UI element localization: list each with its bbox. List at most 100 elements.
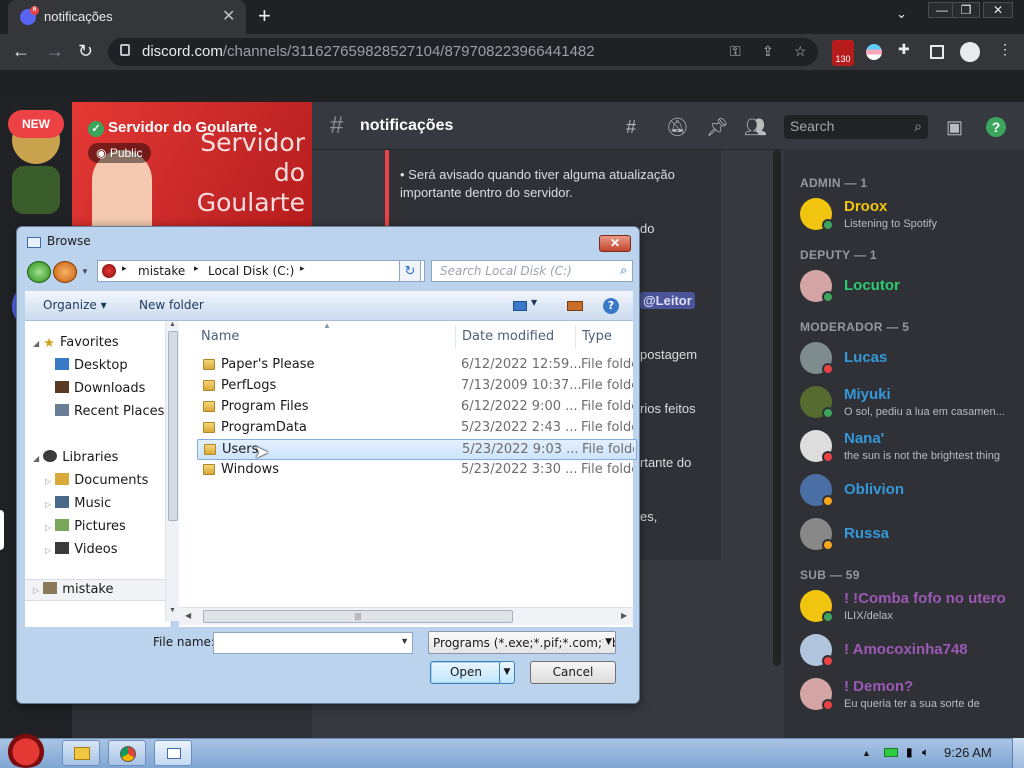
nav-downloads[interactable]: Downloads [55, 381, 145, 396]
cancel-button[interactable]: Cancel [530, 661, 616, 684]
file-type-select[interactable]: Programs (*.exe;*.pif;*.com;*.bat ▼ [428, 631, 616, 654]
member-item[interactable]: Oblivion [800, 470, 1020, 510]
address-bar[interactable]: discord.com/channels/311627659828527104/… [108, 38, 818, 66]
scroll-left-icon[interactable]: ◀ [185, 611, 191, 620]
file-row[interactable]: Program Files 6/12/2022 9:00 ... File fold… [197, 397, 637, 418]
battery-icon[interactable] [884, 748, 898, 757]
recent-dropdown-icon[interactable]: ▼ [81, 267, 89, 276]
back-arrow-icon[interactable]: ← [12, 41, 30, 62]
tab-search-chevron-icon[interactable]: ⌄ [896, 6, 907, 22]
preview-pane-icon[interactable] [567, 301, 583, 311]
column-divider[interactable] [575, 325, 576, 349]
organize-button[interactable]: Organize ▾ [43, 298, 107, 312]
taskbar-dialog-button[interactable] [154, 740, 192, 766]
dialog-close-button[interactable]: ✕ [599, 235, 631, 252]
forward-arrow-icon[interactable]: → [46, 41, 64, 62]
column-header-type[interactable]: Type [582, 329, 612, 344]
nav-scrollbar[interactable]: ▲ ▼ [165, 321, 179, 621]
kebab-menu-icon[interactable]: ⋮ [998, 41, 1012, 58]
puzzle-extensions-icon[interactable]: ✚ [898, 41, 910, 58]
back-arrow-icon[interactable] [27, 261, 51, 283]
close-tab-icon[interactable]: ✕ [222, 6, 235, 26]
column-divider[interactable] [455, 325, 456, 349]
window-close-icon[interactable]: ✕ [983, 2, 1013, 18]
file-row[interactable]: PerfLogs 7/13/2009 10:37...File folder [197, 376, 637, 397]
open-dropdown-icon[interactable]: ▼ [499, 661, 515, 684]
member-item[interactable]: Droox Listening to Spotify [800, 194, 1020, 234]
messages-scrollbar[interactable] [773, 150, 781, 666]
nav-recent-places[interactable]: Recent Places [55, 404, 164, 419]
nav-favorites[interactable]: ◢ ★ Favorites [33, 335, 119, 351]
nav-videos[interactable]: ▷ Videos [45, 542, 118, 557]
bookmark-star-icon[interactable]: ☆ [794, 43, 807, 60]
chevron-down-icon[interactable]: ▼ [603, 637, 612, 647]
nav-pictures[interactable]: ▷ Pictures [45, 519, 126, 534]
new-tab-icon[interactable]: + [258, 3, 271, 29]
volume-icon[interactable]: 🔈︎ [922, 745, 929, 760]
browser-tab[interactable]: 6 notificações ✕ [8, 0, 246, 34]
help-icon[interactable]: ? [986, 117, 1006, 137]
file-row[interactable]: Paper's Please 6/12/2022 12:59... File fol… [197, 355, 637, 376]
file-name-input[interactable]: ▼ [213, 632, 413, 654]
help-icon[interactable]: ? [603, 298, 619, 314]
profile-avatar-icon[interactable] [960, 42, 980, 62]
chevron-down-icon[interactable]: ▼ [400, 636, 409, 646]
server-name[interactable]: ✓ Servidor do Goularte ⌄ [88, 118, 274, 137]
member-item[interactable]: Locutor [800, 266, 1020, 306]
taskbar-clock[interactable]: 9:26 AM [944, 745, 992, 760]
mute-bell-icon[interactable]: 🔕︎ [666, 117, 689, 138]
threads-icon[interactable]: # [626, 117, 636, 138]
forward-arrow-icon[interactable] [53, 261, 77, 283]
network-icon[interactable]: ▮ [906, 745, 913, 759]
key-icon[interactable]: ⚿ [730, 43, 741, 60]
nav-documents[interactable]: ▷ Documents [45, 473, 148, 488]
member-item[interactable]: ! !Comba fofo no utero ILIX/delax [800, 586, 1020, 626]
taskbar-chrome-button[interactable] [108, 740, 146, 766]
member-item[interactable]: ! Amocoxinha748 [800, 630, 1020, 670]
discord-search-input[interactable]: Search ⌕ [784, 115, 928, 139]
member-item[interactable]: Russa [800, 514, 1020, 554]
extension-badge-icon[interactable]: 130 [832, 40, 854, 66]
member-item[interactable]: Lucas [800, 338, 1020, 378]
share-icon[interactable]: ⇪ [762, 43, 774, 60]
nav-scroll-thumb[interactable] [168, 331, 178, 521]
show-desktop-button[interactable] [1012, 738, 1024, 768]
scroll-down-icon[interactable]: ▼ [169, 607, 176, 614]
file-row[interactable]: Windows 5/23/2022 3:30 ...File folder [197, 460, 637, 481]
member-item[interactable]: Nana' the sun is not the brightest thing [800, 426, 1020, 466]
file-row[interactable]: ProgramData 5/23/2022 2:43 ...File folder [197, 418, 637, 439]
address-breadcrumb[interactable]: ▸ mistake ▸ Local Disk (C:) ▸ ▼ [97, 260, 425, 282]
start-button[interactable] [4, 732, 48, 768]
column-header-date[interactable]: Date modified [462, 329, 554, 344]
horizontal-scroll-thumb[interactable]: ||| [203, 610, 513, 623]
view-options-icon[interactable] [513, 301, 527, 311]
refresh-icon[interactable]: ↻ [399, 260, 421, 282]
profile-extension-icon[interactable] [866, 44, 882, 60]
server-icon[interactable] [12, 166, 60, 214]
view-dropdown-icon[interactable]: ▼ [531, 298, 537, 307]
nav-libraries[interactable]: ◢ Libraries [33, 450, 118, 465]
reload-icon[interactable]: ↻ [78, 41, 93, 62]
scroll-up-icon[interactable]: ▲ [169, 321, 176, 328]
member-item[interactable]: ! Demon? Eu queria ter a sua sorte de [800, 674, 1020, 714]
pin-icon[interactable]: 📌︎ [706, 117, 729, 138]
restore-icon[interactable]: ❐ [952, 2, 980, 18]
search-input[interactable]: Search Local Disk (C:) ⌕ [431, 260, 633, 282]
tray-expand-icon[interactable]: ▲ [862, 748, 871, 758]
breadcrumb-item[interactable]: mistake [138, 264, 185, 278]
member-item[interactable]: Miyuki O sol, pediu a lua em casamen... [800, 382, 1020, 422]
horizontal-scrollbar[interactable]: ◀ ||| ▶ [179, 607, 633, 625]
nav-desktop[interactable]: Desktop [55, 358, 128, 373]
nav-music[interactable]: ▷ Music [45, 496, 111, 511]
scroll-right-icon[interactable]: ▶ [621, 611, 627, 620]
member-list-icon[interactable]: 👥︎ [744, 117, 767, 138]
new-folder-button[interactable]: New folder [139, 298, 204, 312]
column-header-name[interactable]: Name [201, 329, 239, 344]
taskbar-folder-button[interactable] [62, 740, 100, 766]
role-mention[interactable]: @Leitor [640, 292, 695, 309]
nav-mistake[interactable]: ▷ mistake [33, 582, 113, 597]
open-button[interactable]: Open [430, 661, 502, 684]
breadcrumb-item[interactable]: Local Disk (C:) [208, 264, 294, 278]
sidebar-toggle-icon[interactable] [930, 45, 944, 59]
inbox-icon[interactable]: ▣ [946, 117, 963, 138]
